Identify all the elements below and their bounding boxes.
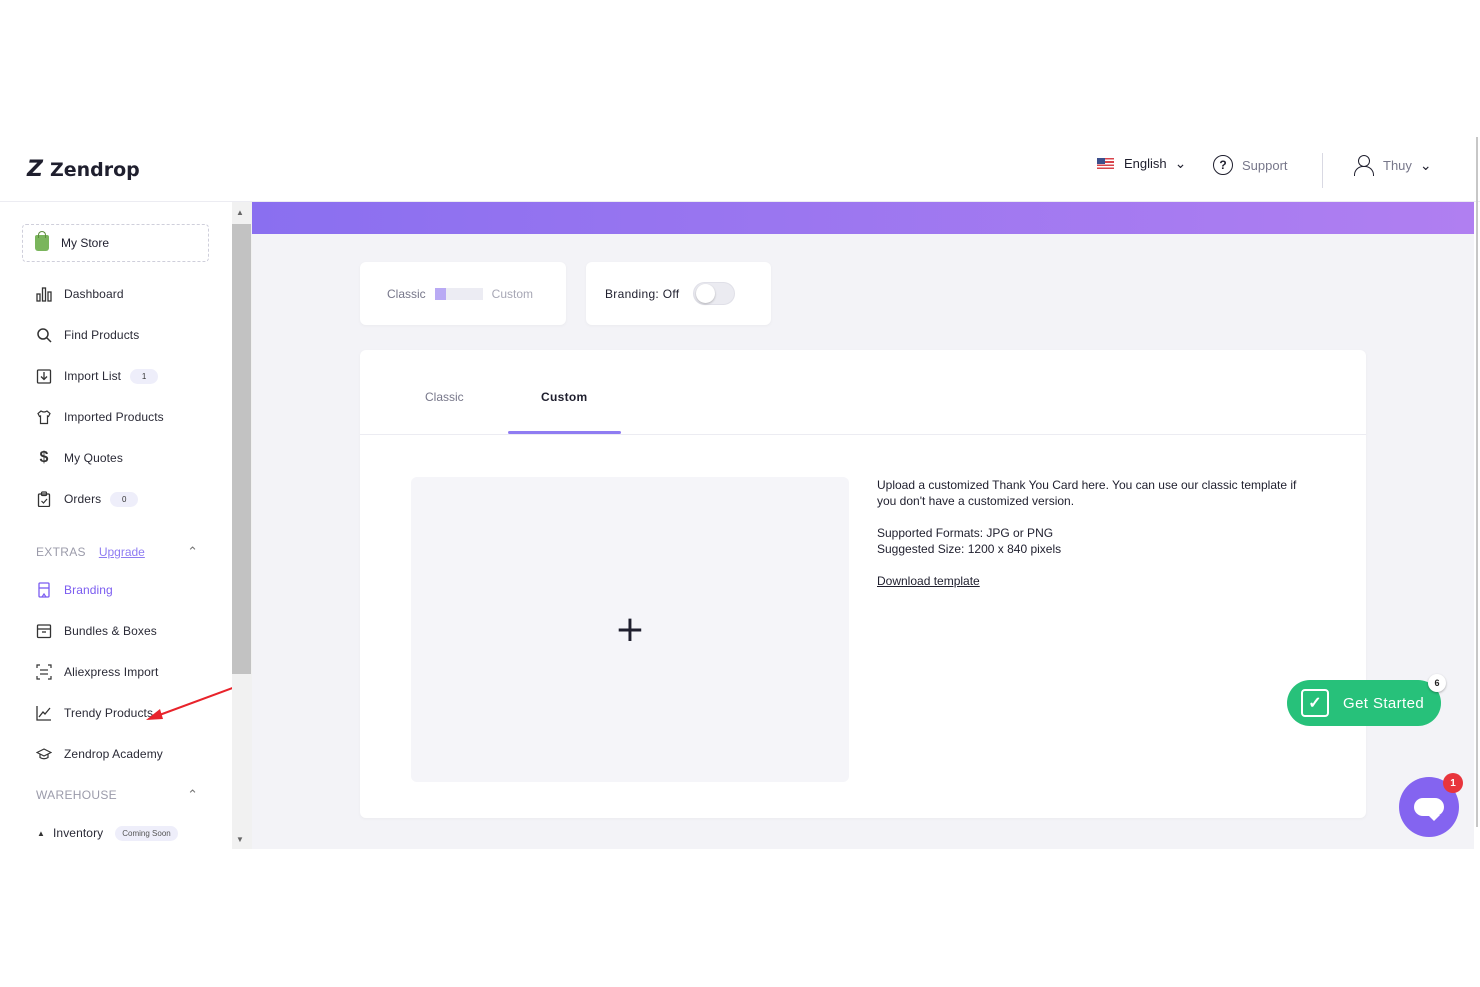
sidebar-item-inventory[interactable]: ▲ Inventory Coming Soon [36,823,178,843]
search-icon [36,327,52,343]
active-tab-indicator [508,431,621,434]
header-divider [1322,153,1323,188]
app-window: Z Zendrop English ⌄ ? Support Thuy ⌄ My … [0,137,1480,849]
sidebar-item-bundles-boxes[interactable]: Bundles & Boxes [36,621,157,641]
get-started-button[interactable]: ✓ Get Started 6 [1287,674,1446,726]
chevron-down-icon: ⌄ [1174,155,1187,171]
shopify-icon [35,231,49,251]
sidebar-item-orders[interactable]: Orders 0 [36,489,139,509]
upload-dropzone[interactable]: + [411,477,849,782]
extras-title: EXTRAS [36,545,86,559]
classic-custom-toggle[interactable]: Classic Custom [387,287,533,301]
thank-you-card-panel: Classic Custom + Upload a customized Tha… [360,350,1366,818]
tab-classic[interactable]: Classic [425,390,464,404]
checkbox-icon: ✓ [1301,689,1329,717]
chevron-up-icon[interactable]: ⌃ [187,544,198,560]
language-label: English [1124,156,1167,171]
toggle-right-label: Custom [491,286,534,301]
sidebar-item-find-products[interactable]: Find Products [36,325,139,345]
zendrop-logo-icon: Z [27,157,43,182]
extras-section-header[interactable]: EXTRAS Upgrade ⌃ [36,544,200,560]
download-template-link[interactable]: Download template [877,574,980,588]
user-icon [1354,155,1374,176]
dollar-icon: $ [39,449,49,466]
inventory-icon: ▲ [37,828,45,838]
supported-formats: Supported Formats: JPG or PNG [877,526,1054,540]
get-started-count-badge: 6 [1428,674,1446,692]
upgrade-link[interactable]: Upgrade [99,545,145,559]
sidebar-item-label: Orders [64,492,102,506]
sidebar-item-imported-products[interactable]: Imported Products [36,407,164,427]
scrollbar-thumb[interactable] [232,224,251,674]
orders-count-badge: 0 [110,491,139,507]
sidebar-item-my-quotes[interactable]: $ My Quotes [36,448,123,468]
sidebar-item-label: Find Products [64,328,140,342]
sidebar-item-label: Branding [64,583,113,597]
chat-notification-badge: 1 [1443,773,1463,793]
chevron-down-icon: ⌄ [1419,156,1432,173]
sidebar-item-branding[interactable]: Branding [36,580,113,600]
support-label: Support [1242,157,1288,173]
sidebar-item-label: Imported Products [64,410,164,424]
get-started-label: Get Started [1343,694,1425,712]
language-selector[interactable]: English ⌄ [1097,155,1186,172]
sidebar-item-trendy-products[interactable]: Trendy Products [36,703,153,723]
scroll-down-arrow-icon[interactable]: ▼ [236,835,244,844]
us-flag-icon [1097,158,1114,169]
aliexpress-icon [36,664,52,680]
sidebar-item-label: My Quotes [64,451,123,465]
sidebar-item-label: Inventory [53,826,104,840]
sidebar-item-import-list[interactable]: Import List 1 [36,366,159,386]
brand-logo[interactable]: Z Zendrop [27,157,140,182]
upload-info: Upload a customized Thank You Card here.… [877,477,1307,589]
top-header: Z Zendrop English ⌄ ? Support Thuy ⌄ [0,137,1480,202]
toggle-left-label: Classic [387,286,426,301]
user-menu[interactable]: Thuy ⌄ [1354,155,1432,176]
mode-toggle-card: Classic Custom [360,262,566,325]
help-icon: ? [1213,155,1233,175]
branding-status-card: Branding: Off [586,262,771,325]
card-tabs: Classic Custom [360,350,1366,435]
coming-soon-badge: Coming Soon [115,825,178,841]
sidebar-item-zendrop-academy[interactable]: Zendrop Academy [36,744,163,764]
sidebar-item-label: Zendrop Academy [64,747,163,761]
box-icon [36,623,52,639]
clipboard-icon [36,491,52,507]
store-selector[interactable]: My Store [22,224,209,262]
brand-name: Zendrop [49,158,140,181]
warehouse-section-header[interactable]: WAREHOUSE ⌃ [36,787,200,803]
scroll-up-arrow-icon[interactable]: ▲ [236,208,244,217]
branding-icon [36,582,52,598]
branding-toggle-switch[interactable] [693,282,736,305]
plus-icon: + [614,608,646,650]
trend-icon [36,705,52,721]
shirt-icon [36,409,52,425]
store-name: My Store [61,236,110,250]
chevron-up-icon[interactable]: ⌃ [187,787,198,803]
main-content: Classic Custom Branding: Off Classic Cus… [252,202,1474,849]
hero-gradient-bar [252,202,1474,234]
sidebar-item-label: Dashboard [64,287,124,301]
sidebar-item-label: Bundles & Boxes [64,624,157,638]
sidebar: My Store Dashboard Find Products Import … [0,202,232,849]
toggle-slider[interactable] [434,287,483,300]
sidebar-item-label: Import List [64,369,122,383]
suggested-size: Suggested Size: 1200 x 840 pixels [877,542,1062,556]
warehouse-title: WAREHOUSE [36,788,117,802]
upload-description: Upload a customized Thank You Card here.… [877,478,1297,508]
tab-custom[interactable]: Custom [541,390,587,404]
user-name: Thuy [1383,157,1412,173]
import-icon [36,368,52,384]
bar-chart-icon [36,286,52,302]
branding-status-label: Branding: Off [605,286,680,301]
page-scrollbar-track[interactable] [1476,137,1478,827]
graduation-cap-icon [36,746,52,762]
support-link[interactable]: ? Support [1213,155,1288,175]
import-count-badge: 1 [130,368,159,384]
chat-icon [1414,798,1444,821]
sidebar-item-dashboard[interactable]: Dashboard [36,284,124,304]
